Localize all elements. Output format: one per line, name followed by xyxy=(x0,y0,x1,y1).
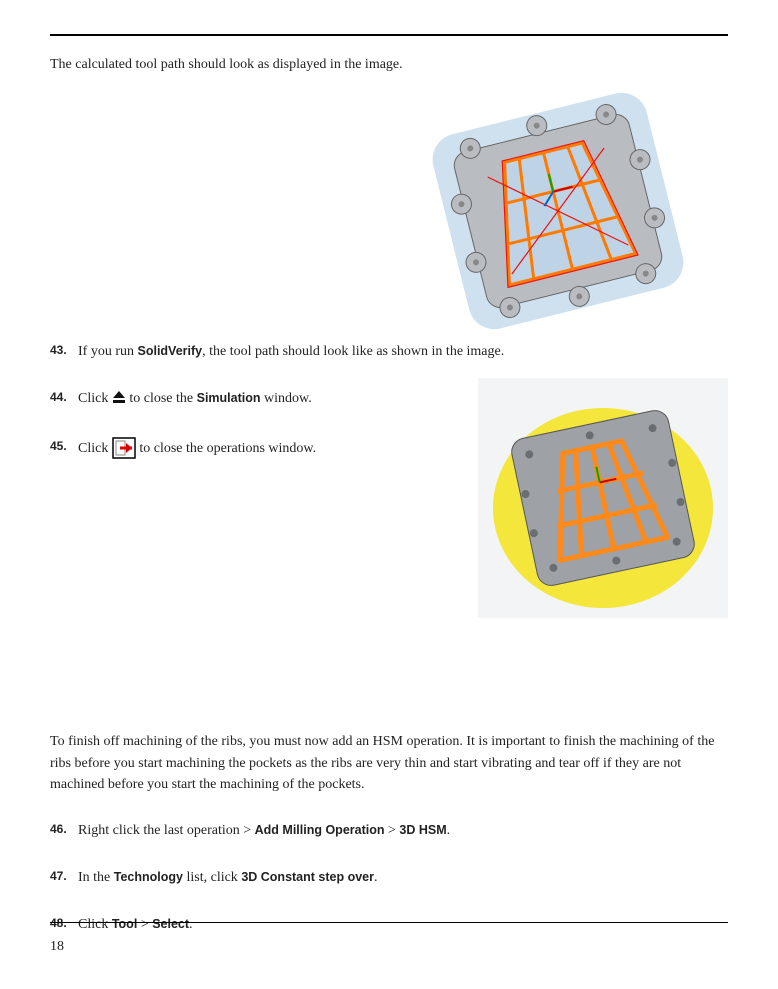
txt: . xyxy=(374,870,378,885)
txt: Right click the last operation > xyxy=(78,823,255,838)
bold: SolidVerify xyxy=(138,344,203,358)
txt: Click xyxy=(78,391,112,406)
intro-text-1: The calculated tool path should look as … xyxy=(50,54,728,75)
top-rule xyxy=(50,34,728,36)
eject-icon xyxy=(112,390,126,404)
step-number: 44. xyxy=(50,388,78,406)
txt: list, click xyxy=(183,870,241,885)
txt: Click xyxy=(78,441,112,456)
step-number: 43. xyxy=(50,341,78,359)
bold: 3D Constant step over xyxy=(241,870,374,884)
document-page: The calculated tool path should look as … xyxy=(0,0,778,989)
bold: Select xyxy=(152,917,189,931)
exit-icon xyxy=(112,437,136,459)
txt: In the xyxy=(78,870,114,885)
two-column-block: 44. Click to close the Simulation window… xyxy=(50,388,728,715)
step-46: 46. Right click the last operation > Add… xyxy=(50,820,728,841)
step-text: Click to close the operations window. xyxy=(78,437,316,459)
step-44: 44. Click to close the Simulation window… xyxy=(50,388,420,409)
txt: > xyxy=(137,917,152,932)
step-text: If you run SolidVerify, the tool path sh… xyxy=(78,341,504,362)
step-text: In the Technology list, click 3D Constan… xyxy=(78,867,377,888)
txt: > xyxy=(385,823,400,838)
txt: , the tool path should look like as show… xyxy=(202,344,504,359)
step-number: 45. xyxy=(50,437,78,455)
figure-1-wrap xyxy=(50,81,728,341)
bottom-rule xyxy=(50,922,728,923)
step-43: 43. If you run SolidVerify, the tool pat… xyxy=(50,341,728,362)
txt: window. xyxy=(261,391,312,406)
txt: . xyxy=(189,917,193,932)
figure-toolpath xyxy=(418,81,698,341)
bold: Add Milling Operation xyxy=(255,823,385,837)
txt: to close the xyxy=(129,391,196,406)
bold: Simulation xyxy=(197,391,261,405)
step-47: 47. In the Technology list, click 3D Con… xyxy=(50,867,728,888)
figure-solidverify xyxy=(478,378,728,618)
step-number: 47. xyxy=(50,867,78,885)
bold: 3D HSM xyxy=(399,823,446,837)
bold: Tool xyxy=(112,917,137,931)
step-number: 48. xyxy=(50,914,78,932)
step-number: 46. xyxy=(50,820,78,838)
bold: Technology xyxy=(114,870,183,884)
step-text: Right click the last operation > Add Mil… xyxy=(78,820,450,841)
page-number: 18 xyxy=(50,939,64,955)
step-text: Click Tool > Select. xyxy=(78,914,193,935)
step-48: 48. Click Tool > Select. xyxy=(50,914,728,935)
txt: If you run xyxy=(78,344,138,359)
step-text: Click to close the Simulation window. xyxy=(78,388,312,409)
left-steps: 44. Click to close the Simulation window… xyxy=(50,388,420,459)
txt: Click xyxy=(78,917,112,932)
body-paragraph-2: To finish off machining of the ribs, you… xyxy=(50,731,728,796)
txt: . xyxy=(447,823,451,838)
txt: to close the operations window. xyxy=(139,441,316,456)
step-45: 45. Click to close the operations window… xyxy=(50,437,420,459)
